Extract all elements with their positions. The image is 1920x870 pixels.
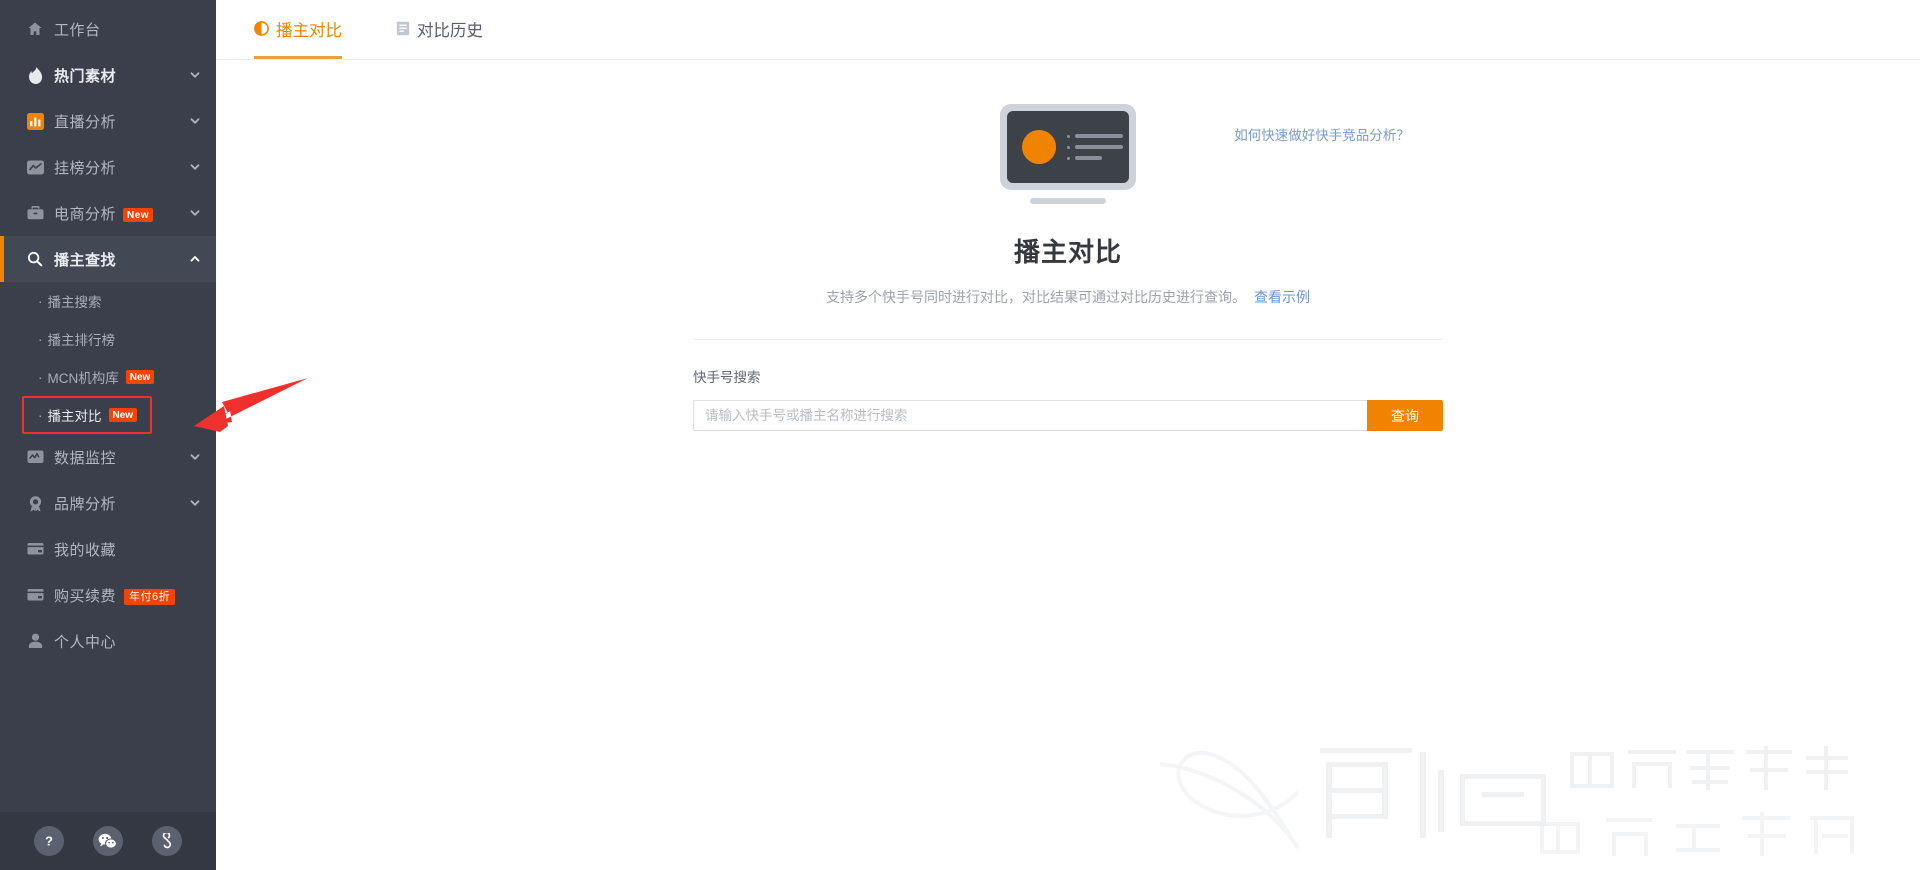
document-icon [396,21,410,36]
app-root: 工作台 热门素材 直播分析 挂榜分析 电商分析 New 播主查找 · 播主搜索 … [0,0,1920,870]
sidebar-item-label: 品牌分析 [54,495,117,513]
sidebar-item-brand-analysis[interactable]: 品牌分析 [0,480,216,526]
card-icon [26,586,44,604]
sidebar-subitem-anchor-search[interactable]: · 播主搜索 [0,282,216,320]
monitor-illustration [1000,104,1136,204]
tab-bar: 播主对比 对比历史 [216,0,1920,60]
chevron-down-icon [188,496,202,510]
bar-chart-icon [26,112,44,130]
sidebar-item-label: 挂榜分析 [54,159,117,177]
contrast-circle-graphic [1022,130,1056,164]
sidebar-subitem-mcn-library[interactable]: · MCN机构库 New [0,358,216,396]
sidebar-item-label: 直播分析 [54,113,117,131]
bookmark-icon [26,540,44,558]
badge-new: New [125,370,155,384]
search-submit-button[interactable]: 查询 [1367,400,1443,431]
fire-icon [26,66,44,84]
monitor-screen [1007,111,1129,183]
sidebar-item-text: 电商分析 [54,205,117,223]
sidebar-item-label: 热门素材 [54,67,117,85]
search-label: 快手号搜索 [693,370,761,385]
contrast-icon [254,21,269,36]
page-subtitle-text: 支持多个快手号同时进行对比，对比结果可通过对比历史进行查询。 [826,289,1246,305]
sidebar-subitem-label: MCN机构库 [47,371,119,386]
bullet-icon: · [38,407,43,423]
trend-icon [26,158,44,176]
sidebar: 工作台 热门素材 直播分析 挂榜分析 电商分析 New 播主查找 · 播主搜索 … [0,0,216,870]
monitor-line [1067,156,1123,160]
badge-new: New [108,408,138,422]
user-icon [26,632,44,650]
main-content: 播主对比 对比历史 如何快速做好快手竞品分析？ 播主对比 支持多个快手号同时进行… [216,0,1920,870]
sidebar-item-label: 个人中心 [54,633,117,651]
search-input[interactable] [693,400,1367,431]
sidebar-item-label: 播主查找 [54,251,117,269]
sidebar-bottom-bar: ? [0,812,216,870]
chevron-down-icon [188,206,202,220]
page-subtitle: 支持多个快手号同时进行对比，对比结果可通过对比历史进行查询。 查看示例 [826,287,1310,307]
monitor-line [1067,145,1123,149]
section-divider [693,339,1443,340]
watermark [1120,730,1920,870]
search-section: 快手号搜索 查询 [693,366,1443,431]
link-icon[interactable] [151,826,182,856]
sidebar-item-label: 电商分析 New [54,203,188,224]
sidebar-item-anchor-search[interactable]: 播主查找 [0,236,216,282]
badge-new: New [123,207,154,222]
sidebar-item-label: 购买续费 年付6折 [54,585,202,606]
sidebar-item-text: 购买续费 [54,587,117,605]
sidebar-nav: 工作台 热门素材 直播分析 挂榜分析 电商分析 New 播主查找 · 播主搜索 … [0,0,216,664]
chevron-down-icon [188,68,202,82]
tab-label: 播主对比 [276,21,342,40]
view-example-link[interactable]: 查看示例 [1254,289,1310,305]
sidebar-item-label: 数据监控 [54,449,117,467]
search-icon [26,250,44,268]
sidebar-subitem-label: 播主排行榜 [47,333,116,348]
help-icon[interactable]: ? [34,826,65,856]
bullet-icon: · [38,293,43,309]
sidebar-subitem-anchor-compare[interactable]: · 播主对比 New [22,396,152,434]
bullet-icon: · [38,369,43,385]
briefcase-icon [26,204,44,222]
monitor-frame [1000,104,1136,190]
sidebar-item-label: 我的收藏 [54,541,117,559]
monitor-stand [1030,198,1106,204]
chevron-up-icon [188,252,202,266]
page-title: 播主对比 [1013,237,1122,267]
sidebar-item-rank-analysis[interactable]: 挂榜分析 [0,144,216,190]
sidebar-subitem-anchor-ranking[interactable]: · 播主排行榜 [0,320,216,358]
chevron-down-icon [188,114,202,128]
sidebar-item-live-analysis[interactable]: 直播分析 [0,98,216,144]
medal-icon [26,494,44,512]
sidebar-item-label: 工作台 [54,21,101,39]
tab-label: 对比历史 [417,21,483,40]
monitor-icon [26,448,44,466]
chevron-down-icon [188,160,202,174]
sidebar-item-personal-center[interactable]: 个人中心 [0,618,216,664]
help-analysis-link[interactable]: 如何快速做好快手竞品分析？ [216,124,1920,144]
sidebar-item-hot-material[interactable]: 热门素材 [0,52,216,98]
content-area: 如何快速做好快手竞品分析？ 播主对比 支持多个快手号同时进行对比，对比结果可通过… [216,104,1920,431]
sidebar-item-data-monitor[interactable]: 数据监控 [0,434,216,480]
svg-text:?: ? [45,833,53,848]
tab-compare-history[interactable]: 对比历史 [396,0,497,59]
home-icon [26,20,44,38]
tab-anchor-compare[interactable]: 播主对比 [254,0,356,59]
help-analysis-link-text: 如何快速做好快手竞品分析？ [1234,128,1410,143]
sidebar-item-ecommerce-analysis[interactable]: 电商分析 New [0,190,216,236]
badge-sale: 年付6折 [124,588,176,605]
sidebar-subitem-label: 播主对比 [47,409,102,424]
sidebar-item-my-favorites[interactable]: 我的收藏 [0,526,216,572]
sidebar-item-purchase-renew[interactable]: 购买续费 年付6折 [0,572,216,618]
sidebar-subitem-label: 播主搜索 [47,295,102,310]
search-row: 查询 [693,400,1443,431]
sidebar-item-workbench[interactable]: 工作台 [0,6,216,52]
bullet-icon: · [38,331,43,347]
wechat-icon[interactable] [92,826,123,856]
chevron-down-icon [188,450,202,464]
